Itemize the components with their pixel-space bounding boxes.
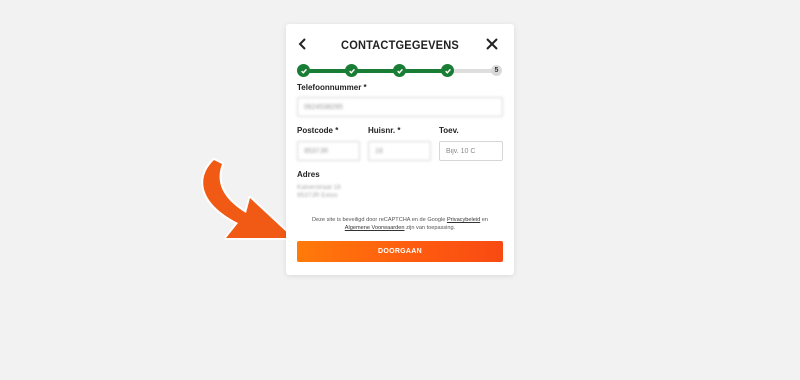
step-5-indicator: 5 — [491, 65, 502, 76]
addition-label: Toev. — [439, 126, 459, 135]
step-2-check-icon — [345, 64, 358, 77]
step-1-check-icon — [297, 64, 310, 77]
step-connector — [453, 69, 493, 73]
phone-input[interactable] — [297, 97, 503, 117]
dialog-title: CONTACTGEGEVENS — [341, 38, 459, 52]
terms-link[interactable]: Algemene Voorwaarden — [345, 225, 405, 231]
step-connector — [405, 69, 445, 73]
house-number-label: Huisnr. * — [368, 126, 401, 135]
progress-stepper: 5 — [297, 64, 505, 78]
phone-label: Telefoonnummer * — [297, 83, 367, 92]
legal-text-after: zijn van toepassing. — [404, 225, 456, 231]
address-line-1: Kalverstraat 18 — [297, 184, 341, 191]
address-label: Adres — [297, 170, 320, 179]
privacy-policy-link[interactable]: Privacybeleid — [447, 217, 480, 223]
addition-input[interactable] — [439, 141, 503, 161]
step-3-check-icon — [393, 64, 406, 77]
legal-text-before: Deze site is beveiligd door reCAPTCHA en… — [311, 217, 447, 223]
step-4-check-icon — [441, 64, 454, 77]
house-number-input[interactable] — [368, 141, 431, 161]
address-line-2: 9537JR Exloo — [297, 192, 338, 199]
close-icon[interactable] — [484, 36, 500, 52]
legal-text-middle: en — [480, 217, 488, 223]
continue-button[interactable]: DOORGAAN — [297, 241, 503, 262]
postcode-label: Postcode * — [297, 126, 339, 135]
address-value: Kalverstraat 18 9537JR Exloo — [297, 184, 341, 200]
step-connector — [309, 69, 349, 73]
recaptcha-notice: Deze site is beveiligd door reCAPTCHA en… — [297, 216, 503, 232]
contact-details-dialog: CONTACTGEGEVENS 5 Telefoonnummer * Postc… — [286, 24, 514, 275]
step-connector — [357, 69, 397, 73]
postcode-input[interactable] — [297, 141, 360, 161]
